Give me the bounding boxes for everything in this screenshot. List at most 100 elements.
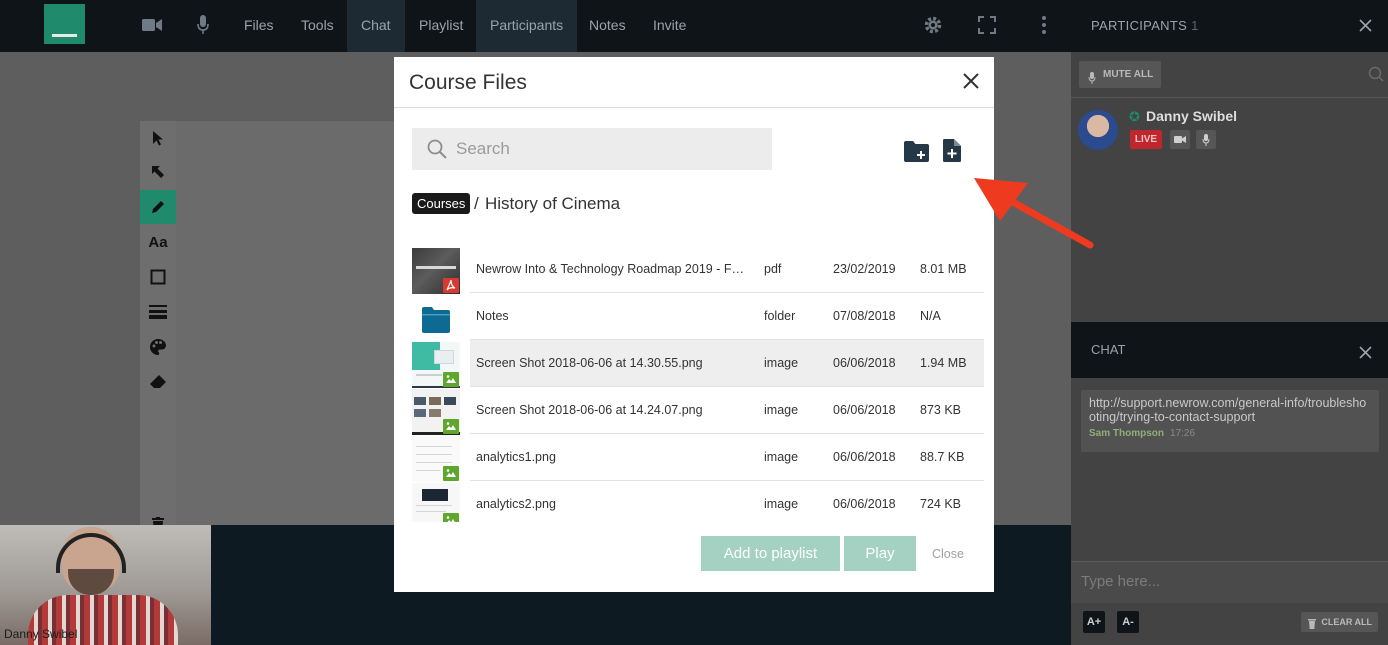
breadcrumb-root[interactable]: Courses bbox=[412, 193, 471, 214]
file-size: 1.94 MB bbox=[920, 356, 967, 370]
nav-invite[interactable]: Invite bbox=[639, 0, 700, 52]
gear-icon[interactable] bbox=[922, 14, 944, 36]
file-thumbnail bbox=[412, 248, 460, 294]
whiteboard-toolbar: Aa bbox=[140, 121, 176, 541]
chat-input[interactable]: Type here... bbox=[1071, 561, 1388, 603]
nav-participants[interactable]: Participants bbox=[476, 0, 578, 52]
file-list: Newrow Into & Technology Roadmap 2019 - … bbox=[412, 246, 984, 522]
new-file-icon[interactable] bbox=[943, 139, 961, 167]
chat-input-placeholder: Type here... bbox=[1081, 573, 1161, 590]
annotation-arrow-icon bbox=[970, 175, 1095, 255]
file-size: 724 KB bbox=[920, 497, 962, 511]
file-date: 07/08/2018 bbox=[833, 309, 896, 323]
file-thumbnail bbox=[412, 389, 460, 435]
video-participant-name: Danny Swibel bbox=[4, 627, 78, 641]
file-type: folder bbox=[764, 309, 796, 323]
video-tile[interactable]: Danny Swibel bbox=[0, 525, 211, 645]
file-thumbnail bbox=[412, 483, 460, 522]
chat-message-author: Sam Thompson bbox=[1089, 428, 1165, 439]
nav-notes[interactable]: Notes bbox=[575, 0, 640, 52]
file-row[interactable]: Screen Shot 2018-06-06 at 14.24.07.png i… bbox=[412, 387, 984, 435]
participants-header: PARTICIPANTS 1 bbox=[1071, 0, 1388, 52]
file-size: 873 KB bbox=[920, 403, 962, 417]
trash-icon bbox=[1308, 616, 1317, 636]
nav-playlist[interactable]: Playlist bbox=[405, 0, 477, 52]
clear-all-button[interactable]: CLEAR ALL bbox=[1301, 612, 1378, 632]
search-input[interactable] bbox=[456, 128, 756, 170]
chat-message-text[interactable]: http://support.newrow.com/general-info/t… bbox=[1089, 396, 1371, 424]
divider bbox=[1071, 97, 1388, 98]
file-type: image bbox=[764, 403, 799, 417]
file-name: Newrow Into & Technology Roadmap 2019 - … bbox=[476, 262, 748, 276]
file-row[interactable]: analytics2.png image 06/06/2018 724 KB bbox=[412, 481, 984, 522]
chat-header: CHAT bbox=[1071, 322, 1388, 378]
file-date: 06/06/2018 bbox=[833, 356, 896, 370]
play-button[interactable]: Play bbox=[844, 536, 916, 571]
avatar bbox=[1078, 110, 1118, 150]
chat-message: http://support.newrow.com/general-info/t… bbox=[1081, 390, 1379, 452]
file-row[interactable]: Screen Shot 2018-06-06 at 14.30.55.png i… bbox=[412, 340, 984, 388]
file-name: analytics1.png bbox=[476, 450, 556, 464]
image-icon bbox=[443, 372, 459, 387]
image-icon bbox=[443, 466, 459, 481]
pdf-icon bbox=[443, 278, 459, 293]
close-button[interactable]: Close bbox=[932, 547, 964, 561]
font-increase-button[interactable]: A+ bbox=[1083, 611, 1105, 633]
file-name: Screen Shot 2018-06-06 at 14.24.07.png bbox=[476, 403, 703, 417]
arrow-pointer-icon[interactable] bbox=[140, 155, 176, 189]
mute-all-button[interactable]: MUTE ALL bbox=[1079, 61, 1162, 88]
search-icon[interactable] bbox=[1368, 66, 1384, 87]
nav-files[interactable]: Files bbox=[230, 0, 288, 52]
text-tool-icon[interactable]: Aa bbox=[140, 225, 176, 259]
file-name: Screen Shot 2018-06-06 at 14.30.55.png bbox=[476, 356, 703, 370]
pointer-icon[interactable] bbox=[140, 121, 176, 155]
participants-title: PARTICIPANTS 1 bbox=[1091, 18, 1199, 33]
breadcrumb-separator: / bbox=[474, 194, 479, 213]
search-icon bbox=[427, 139, 447, 164]
file-type: image bbox=[764, 450, 799, 464]
new-folder-icon[interactable] bbox=[904, 141, 929, 167]
nav-tools[interactable]: Tools bbox=[287, 0, 348, 52]
right-panel: PARTICIPANTS 1 MUTE ALL ✪ Danny Swibel LI… bbox=[1071, 0, 1388, 645]
file-name: analytics2.png bbox=[476, 497, 556, 511]
font-decrease-button[interactable]: A- bbox=[1117, 611, 1139, 633]
close-icon[interactable] bbox=[1359, 17, 1372, 35]
file-thumbnail bbox=[412, 342, 460, 388]
chat-title: CHAT bbox=[1091, 342, 1126, 357]
palette-icon[interactable] bbox=[140, 330, 176, 364]
divider bbox=[394, 107, 994, 108]
microphone-icon[interactable] bbox=[192, 14, 214, 36]
file-date: 23/02/2019 bbox=[833, 262, 896, 276]
dialog-title: Course Files bbox=[409, 71, 527, 94]
square-tool-icon[interactable] bbox=[140, 260, 176, 294]
more-vertical-icon[interactable] bbox=[1033, 14, 1055, 36]
pencil-icon[interactable] bbox=[140, 190, 176, 224]
mute-all-label: MUTE ALL bbox=[1103, 69, 1154, 80]
close-icon[interactable] bbox=[1359, 344, 1372, 362]
add-to-playlist-button[interactable]: Add to playlist bbox=[701, 536, 840, 571]
top-bar: Files Tools Chat Playlist Participants N… bbox=[0, 0, 1071, 52]
nav-chat[interactable]: Chat bbox=[347, 0, 405, 52]
file-row[interactable]: analytics1.png image 06/06/2018 88.7 KB bbox=[412, 434, 984, 482]
file-date: 06/06/2018 bbox=[833, 450, 896, 464]
live-badge: LIVE bbox=[1130, 130, 1162, 149]
line-weight-icon[interactable] bbox=[140, 295, 176, 329]
fullscreen-icon[interactable] bbox=[976, 14, 998, 36]
file-row[interactable]: Notes folder 07/08/2018 N/A bbox=[412, 293, 984, 340]
participant-camera-icon[interactable] bbox=[1170, 130, 1190, 149]
image-icon bbox=[443, 513, 459, 522]
eraser-icon[interactable] bbox=[140, 365, 176, 399]
participant-microphone-icon[interactable] bbox=[1196, 130, 1216, 149]
close-icon[interactable] bbox=[962, 72, 980, 90]
camera-icon[interactable] bbox=[141, 14, 163, 36]
image-icon bbox=[443, 419, 459, 434]
file-search bbox=[412, 128, 772, 170]
clear-all-label: CLEAR ALL bbox=[1321, 617, 1372, 627]
file-date: 06/06/2018 bbox=[833, 403, 896, 417]
course-files-dialog: Course Files Courses / History of Cinema… bbox=[394, 57, 994, 592]
file-size: 8.01 MB bbox=[920, 262, 967, 276]
file-row[interactable]: Newrow Into & Technology Roadmap 2019 - … bbox=[412, 246, 984, 294]
file-type: image bbox=[764, 497, 799, 511]
file-date: 06/06/2018 bbox=[833, 497, 896, 511]
whiteboard-canvas[interactable] bbox=[176, 121, 394, 541]
